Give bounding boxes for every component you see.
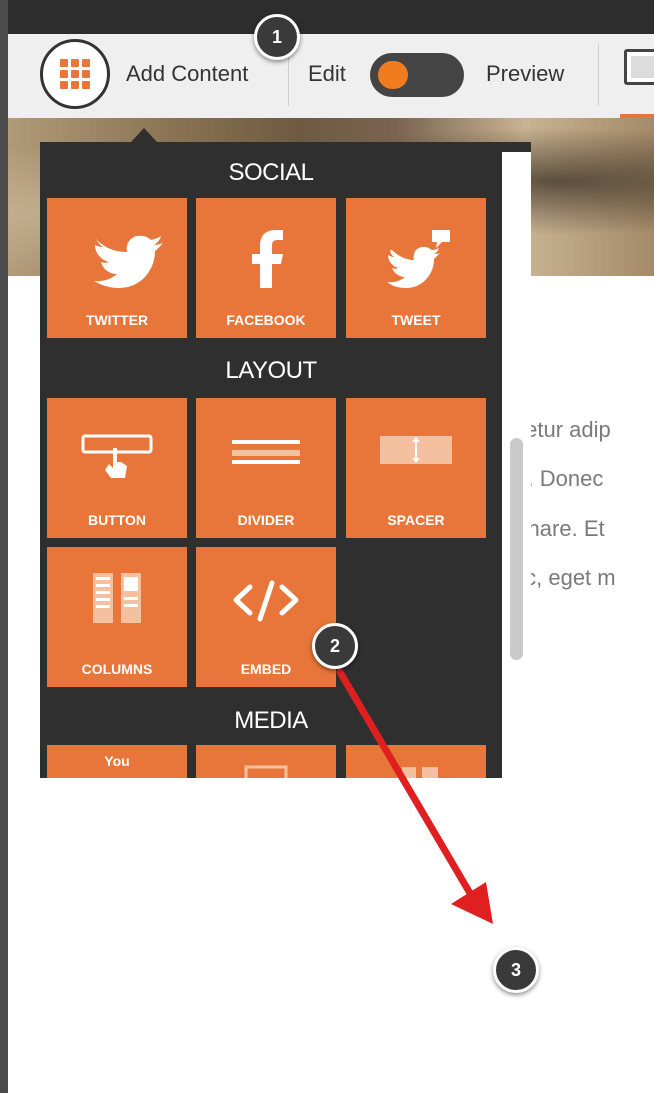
annotation-badge-1: 1	[254, 14, 300, 60]
annotation-badge-2: 2	[312, 623, 358, 669]
annotation-badge-3: 3	[493, 947, 539, 993]
annotation-arrow	[336, 668, 493, 924]
